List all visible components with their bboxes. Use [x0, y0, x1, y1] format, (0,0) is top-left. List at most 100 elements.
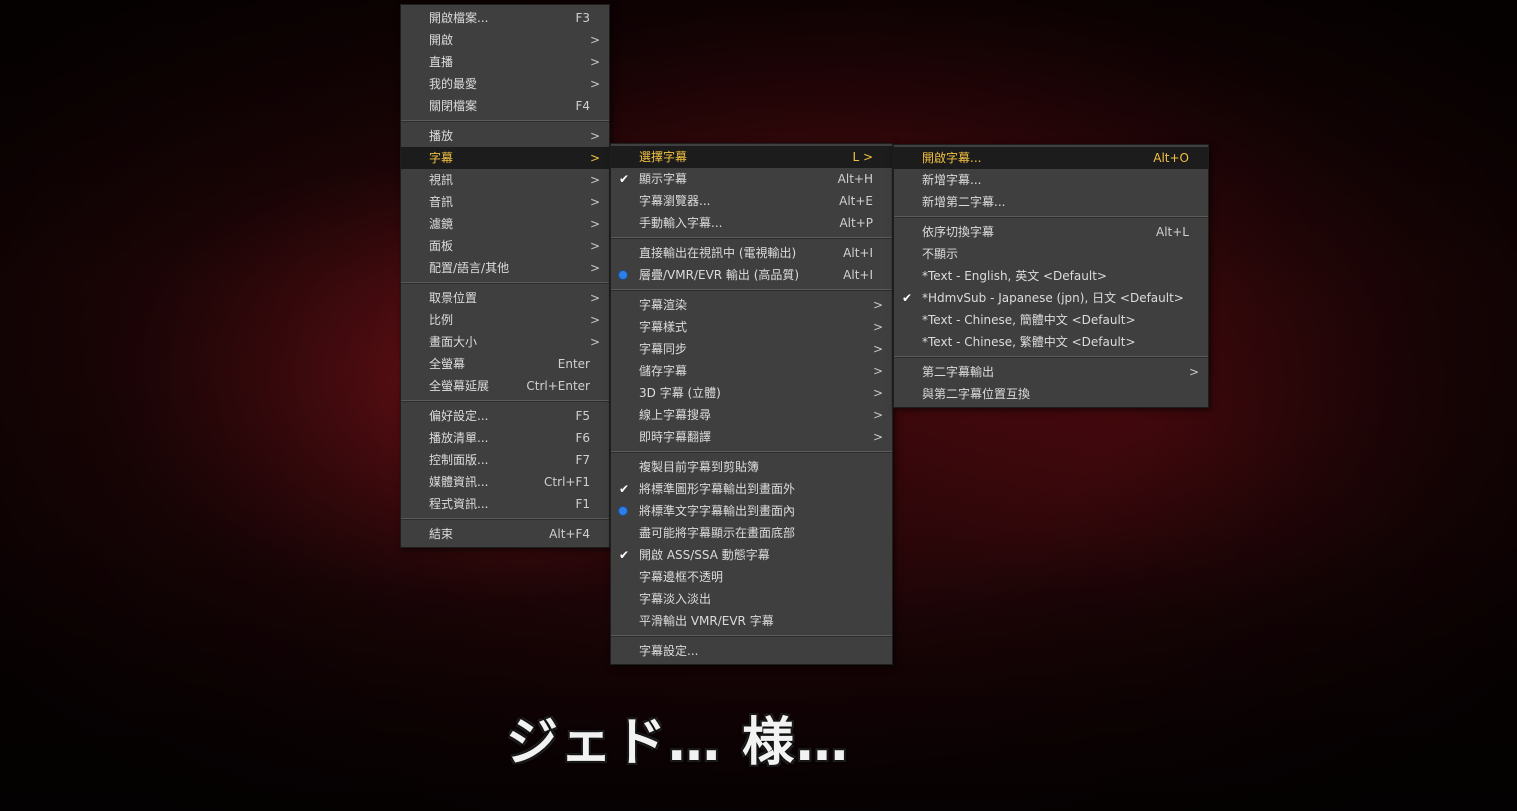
select-subtitle-menu-item-2-1[interactable]: 與第二字幕位置互換	[894, 383, 1208, 405]
select-subtitle-menu-item-1-4[interactable]: *Text - Chinese, 簡體中文 <Default>	[894, 309, 1208, 331]
menu-item-label: 結束	[429, 527, 454, 541]
menu-item-label: 字幕設定...	[639, 644, 699, 658]
main-menu-item-0-2[interactable]: 直播 >	[401, 51, 609, 73]
select-subtitle-menu-item-0-0[interactable]: 開啟字幕... Alt+O	[894, 147, 1208, 169]
subtitle-menu-item-2-3[interactable]: 儲存字幕 >	[611, 360, 892, 382]
menu-item-shortcut: Alt+P	[839, 216, 873, 230]
chevron-right-icon: >	[872, 298, 883, 312]
main-menu-item-2-3[interactable]: 全螢幕 Enter	[401, 353, 609, 375]
select-subtitle-menu-item-0-1[interactable]: 新增字幕...	[894, 169, 1208, 191]
menu-item-label: *Text - Chinese, 繁體中文 <Default>	[922, 335, 1136, 349]
subtitle-menu-item-3-1[interactable]: ✔ 將標準圖形字幕輸出到畫面外	[611, 478, 892, 500]
subtitle-menu-item-3-7[interactable]: 平滑輸出 VMR/EVR 字幕	[611, 610, 892, 632]
menu-item-shortcut: Alt+F4	[549, 527, 590, 541]
subtitle-menu-item-1-1[interactable]: 層疊/VMR/EVR 輸出 (高品質) Alt+I	[611, 264, 892, 286]
select-subtitle-submenu: 開啟字幕... Alt+O 新增字幕... 新增第二字幕... 依序切換字幕 Alt+L 不…	[893, 144, 1209, 408]
main-menu-item-1-2[interactable]: 視訊 >	[401, 169, 609, 191]
subtitle-menu-item-1-0[interactable]: 直接輸出在視訊中 (電視輸出) Alt+I	[611, 242, 892, 264]
main-menu-item-1-5[interactable]: 面板 >	[401, 235, 609, 257]
chevron-right-icon: >	[589, 173, 600, 187]
check-icon: ✔	[618, 172, 630, 186]
menu-item-label: 複製目前字幕到剪貼簿	[639, 460, 760, 474]
menu-item-label: *HdmvSub - Japanese (jpn), 日文 <Default>	[922, 291, 1184, 305]
main-menu-item-3-1[interactable]: 播放清單... F6	[401, 427, 609, 449]
menu-item-label: 開啟	[429, 33, 454, 47]
select-subtitle-menu-item-1-3[interactable]: ✔ *HdmvSub - Japanese (jpn), 日文 <Default>	[894, 287, 1208, 309]
menu-separator	[401, 518, 609, 520]
main-menu-item-2-4[interactable]: 全螢幕延展 Ctrl+Enter	[401, 375, 609, 397]
menu-item-label: 線上字幕搜尋	[639, 408, 712, 422]
subtitle-menu-item-3-0[interactable]: 複製目前字幕到剪貼簿	[611, 456, 892, 478]
main-menu-item-4-0[interactable]: 結束 Alt+F4	[401, 523, 609, 545]
main-menu-item-0-0[interactable]: 開啟檔案... F3	[401, 7, 609, 29]
menu-separator	[611, 289, 892, 291]
chevron-right-icon: >	[872, 320, 883, 334]
subtitle-menu-item-3-5[interactable]: 字幕邊框不透明	[611, 566, 892, 588]
menu-item-shortcut: F7	[575, 453, 590, 467]
main-menu-item-1-6[interactable]: 配置/語言/其他 >	[401, 257, 609, 279]
chevron-right-icon: >	[872, 408, 883, 422]
menu-item-label: 手動輸入字幕...	[639, 216, 723, 230]
main-context-menu: 開啟檔案... F3 開啟 > 直播 > 我的最愛 > 關閉檔案 F4 播放 > 字幕 > 視訊 > 音訊 > 濾鏡…	[400, 4, 610, 548]
menu-item-shortcut: F1	[575, 497, 590, 511]
menu-item-label: 直接輸出在視訊中 (電視輸出)	[639, 246, 797, 260]
select-subtitle-menu-item-1-2[interactable]: *Text - English, 英文 <Default>	[894, 265, 1208, 287]
subtitle-menu-item-3-4[interactable]: ✔ 開啟 ASS/SSA 動態字幕	[611, 544, 892, 566]
main-menu-item-1-3[interactable]: 音訊 >	[401, 191, 609, 213]
main-menu-item-1-1[interactable]: 字幕 >	[401, 147, 609, 169]
menu-item-label: 配置/語言/其他	[429, 261, 510, 275]
main-menu-item-3-2[interactable]: 控制面版... F7	[401, 449, 609, 471]
main-menu-item-3-4[interactable]: 程式資訊... F1	[401, 493, 609, 515]
menu-item-label: 偏好設定...	[429, 409, 489, 423]
main-menu-item-1-4[interactable]: 濾鏡 >	[401, 213, 609, 235]
video-subtitle-text: ジェド… 様…	[505, 713, 851, 773]
menu-item-label: 控制面版...	[429, 453, 489, 467]
main-menu-item-0-1[interactable]: 開啟 >	[401, 29, 609, 51]
subtitle-menu-item-0-1[interactable]: ✔ 顯示字幕 Alt+H	[611, 168, 892, 190]
select-subtitle-menu-item-1-5[interactable]: *Text - Chinese, 繁體中文 <Default>	[894, 331, 1208, 353]
main-menu-item-0-4[interactable]: 關閉檔案 F4	[401, 95, 609, 117]
main-menu-item-3-3[interactable]: 媒體資訊... Ctrl+F1	[401, 471, 609, 493]
subtitle-menu-item-3-3[interactable]: 盡可能將字幕顯示在畫面底部	[611, 522, 892, 544]
subtitle-menu-item-4-0[interactable]: 字幕設定...	[611, 640, 892, 662]
menu-item-shortcut: F4	[575, 99, 590, 113]
menu-item-label: 儲存字幕	[639, 364, 688, 378]
menu-item-label: 取景位置	[429, 291, 478, 305]
main-menu-item-2-2[interactable]: 畫面大小 >	[401, 331, 609, 353]
menu-item-label: 字幕同步	[639, 342, 688, 356]
subtitle-menu-item-2-6[interactable]: 即時字幕翻譯 >	[611, 426, 892, 448]
chevron-right-icon: >	[589, 195, 600, 209]
subtitle-menu-item-0-3[interactable]: 手動輸入字幕... Alt+P	[611, 212, 892, 234]
check-icon: ✔	[618, 548, 630, 562]
main-menu-item-3-0[interactable]: 偏好設定... F5	[401, 405, 609, 427]
chevron-right-icon: >	[589, 261, 600, 275]
menu-separator	[611, 635, 892, 637]
menu-item-label: 新增第二字幕...	[922, 195, 1006, 209]
subtitle-menu-item-2-2[interactable]: 字幕同步 >	[611, 338, 892, 360]
subtitle-menu-item-0-2[interactable]: 字幕瀏覽器... Alt+E	[611, 190, 892, 212]
subtitle-menu-item-3-2[interactable]: 將標準文字字幕輸出到畫面內	[611, 500, 892, 522]
menu-item-label: 將標準圖形字幕輸出到畫面外	[639, 482, 796, 496]
subtitle-menu-item-2-0[interactable]: 字幕渲染 >	[611, 294, 892, 316]
subtitle-menu-item-2-5[interactable]: 線上字幕搜尋 >	[611, 404, 892, 426]
select-subtitle-menu-item-1-0[interactable]: 依序切換字幕 Alt+L	[894, 221, 1208, 243]
subtitle-menu-item-2-4[interactable]: 3D 字幕 (立體) >	[611, 382, 892, 404]
subtitle-menu-item-3-6[interactable]: 字幕淡入淡出	[611, 588, 892, 610]
menu-item-shortcut: Alt+L	[1156, 225, 1189, 239]
main-menu-item-2-1[interactable]: 比例 >	[401, 309, 609, 331]
subtitle-menu-item-2-1[interactable]: 字幕樣式 >	[611, 316, 892, 338]
main-menu-item-1-0[interactable]: 播放 >	[401, 125, 609, 147]
menu-item-label: 盡可能將字幕顯示在畫面底部	[639, 526, 796, 540]
menu-item-label: 視訊	[429, 173, 454, 187]
chevron-right-icon: >	[872, 386, 883, 400]
menu-item-label: 字幕邊框不透明	[639, 570, 724, 584]
subtitle-menu-item-0-0[interactable]: 選擇字幕 L >	[611, 146, 892, 168]
main-menu-item-2-0[interactable]: 取景位置 >	[401, 287, 609, 309]
select-subtitle-menu-item-0-2[interactable]: 新增第二字幕...	[894, 191, 1208, 213]
main-menu-item-0-3[interactable]: 我的最愛 >	[401, 73, 609, 95]
select-subtitle-menu-item-2-0[interactable]: 第二字幕輸出 >	[894, 361, 1208, 383]
chevron-right-icon: >	[872, 364, 883, 378]
menu-item-label: 媒體資訊...	[429, 475, 489, 489]
select-subtitle-menu-item-1-1[interactable]: 不顯示	[894, 243, 1208, 265]
chevron-right-icon: >	[872, 430, 883, 444]
